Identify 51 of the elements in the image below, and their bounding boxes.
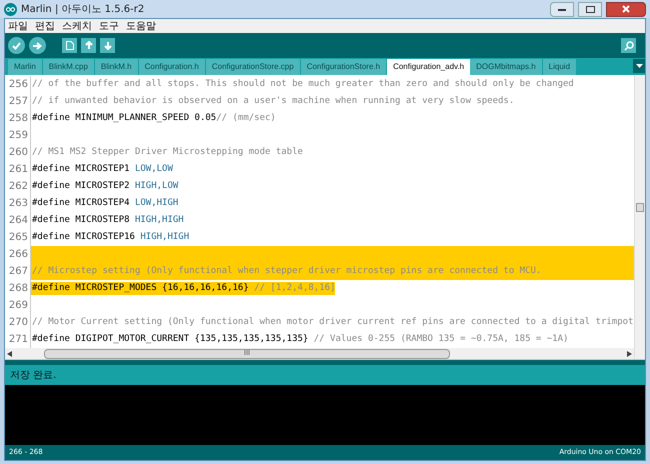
scrollbar-thumb[interactable] (636, 203, 644, 212)
file-tab[interactable]: Marlin (8, 59, 43, 75)
close-button[interactable] (606, 2, 646, 16)
left-arrow-icon (7, 350, 12, 356)
code-line: #define MICROSTEP1 LOW,LOW (31, 162, 173, 176)
status-message: 저장 완료. (10, 368, 56, 382)
code-line: #define DIGIPOT_MOTOR_CURRENT {135,135,135,135,135} // Values 0-255 (RAMBO 135 = ~0.75A, 185 = ~1A) (31, 332, 568, 346)
file-tab[interactable]: BlinkM.h (94, 59, 139, 75)
menu-item[interactable]: 도구 (99, 18, 119, 34)
line-number: 267 (5, 263, 31, 280)
line-number: 266 (5, 246, 31, 263)
code-line: // Microstep setting (Only functional when stepper driver microstep pins are connected to MCU. (31, 264, 542, 278)
file-tab[interactable]: DOGMbitmaps.h (470, 59, 543, 75)
code-line: #define MICROSTEP16 HIGH,HIGH (31, 230, 190, 244)
app-logo-icon (4, 2, 17, 16)
menu-item[interactable]: 도움말 (126, 18, 156, 34)
code-line: // Motor Current setting (Only functional when motor driver current ref pins are connected to a digital trimpot (31, 316, 634, 329)
down-arrow-icon (104, 41, 112, 50)
right-arrow-icon (627, 350, 632, 356)
code-line: #define MICROSTEP8 HIGH,HIGH (31, 214, 184, 227)
file-tab[interactable]: Configuration.h (138, 59, 206, 75)
verify-button[interactable] (8, 37, 25, 54)
menu-item[interactable]: 파일 (8, 18, 28, 34)
code-line: #define MICROSTEP2 HIGH,LOW (31, 180, 178, 193)
file-tab[interactable]: ConfigurationStore.cpp (206, 59, 301, 75)
file-tab[interactable]: ConfigurationStore.h (300, 59, 388, 75)
code-line: #define MINIMUM_PLANNER_SPEED 0.05// (mm/sec) (31, 112, 276, 125)
file-tab[interactable]: Configuration_adv.h (387, 59, 470, 75)
minimize-button[interactable] (550, 2, 574, 16)
code-line: // of the buffer and all stops. This should not be much greater than zero and should only be changed (31, 78, 574, 91)
tab-menu-button[interactable] (633, 59, 645, 73)
vertical-scrollbar[interactable] (634, 75, 645, 359)
menu-item[interactable]: 스케치 (62, 18, 92, 34)
dropdown-icon (636, 64, 642, 68)
window-title: Marlin | 아두이노 1.5.6-r2 (21, 2, 144, 16)
file-tab[interactable]: Liquid (542, 59, 578, 75)
up-arrow-icon (84, 41, 92, 50)
maximize-button[interactable] (578, 2, 602, 16)
upload-button[interactable] (29, 37, 46, 54)
code-line: // MS1 MS2 Stepper Driver Microstepping mode table (31, 146, 303, 159)
code-line: #define MICROSTEP4 LOW,HIGH (31, 196, 178, 210)
search-icon (624, 40, 634, 50)
minimize-icon (558, 8, 566, 10)
check-icon (12, 42, 21, 50)
right-arrow-icon (33, 42, 42, 50)
file-tab[interactable]: BlinkM.cpp (42, 59, 95, 75)
close-icon (622, 5, 630, 13)
maximize-icon (586, 6, 594, 12)
document-icon (66, 41, 74, 50)
code-line: // if unwanted behavior is observed on a user's machine when running at very slow speeds. (31, 94, 514, 108)
menu-item[interactable]: 편집 (35, 18, 55, 34)
